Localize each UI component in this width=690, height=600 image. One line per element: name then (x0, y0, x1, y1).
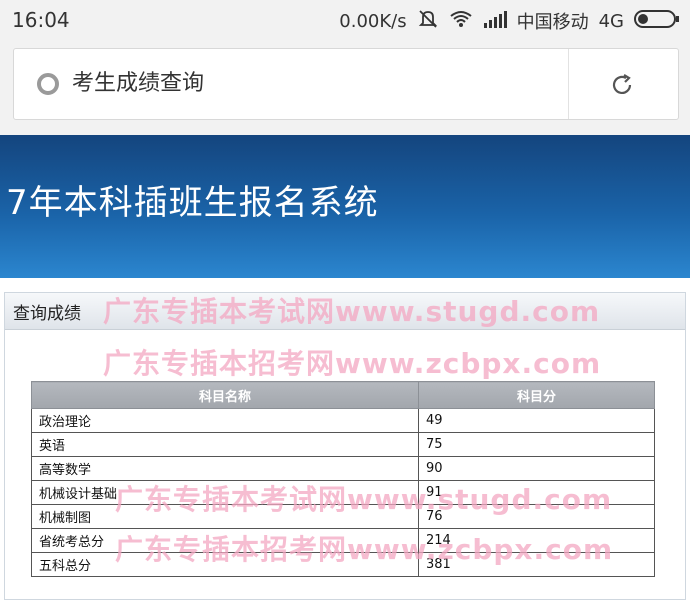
status-right: 0.00K/s 中国移动 4G (339, 8, 680, 34)
subject-cell: 高等数学 (31, 456, 419, 481)
globe-icon (37, 73, 59, 95)
subject-cell: 五科总分 (31, 552, 419, 577)
table-row: 省统考总分 214 (31, 528, 655, 553)
header-subject: 科目名称 (31, 381, 419, 409)
page-title: 考生成绩查询 (72, 71, 205, 96)
battery-icon (634, 9, 680, 34)
subject-cell: 机械制图 (31, 504, 419, 529)
signal-icon (483, 10, 507, 33)
subject-cell: 英语 (31, 432, 419, 457)
score-cell: 76 (418, 504, 655, 529)
table-row: 机械制图 76 (31, 504, 655, 529)
panel-header: 查询成绩 (5, 293, 685, 330)
score-cell: 214 (418, 528, 655, 553)
system-banner: 7年本科插班生报名系统 (0, 135, 690, 278)
mute-icon (417, 9, 439, 34)
carrier-name: 中国移动 (516, 12, 589, 33)
score-cell: 75 (418, 432, 655, 457)
network-type: 4G (598, 10, 624, 32)
browser-toolbar: 考生成绩查询 (0, 40, 690, 135)
subject-cell: 省统考总分 (31, 528, 419, 553)
subject-cell: 机械设计基础 (31, 480, 419, 505)
system-title: 7年本科插班生报名系统 (6, 183, 379, 223)
score-cell: 381 (418, 552, 655, 577)
address-bar[interactable]: 考生成绩查询 (13, 48, 679, 120)
score-table: 科目名称 科目分 政治理论 49 英语 75 高等数学 90 机械设计基础 91… (31, 381, 655, 577)
reload-icon[interactable] (608, 71, 636, 99)
score-cell: 49 (418, 408, 655, 433)
table-row: 五科总分 381 (31, 552, 655, 577)
address-bar-divider (568, 49, 569, 119)
score-cell: 91 (418, 480, 655, 505)
wifi-icon (449, 10, 473, 33)
subject-cell: 政治理论 (31, 408, 419, 433)
table-row: 政治理论 49 (31, 408, 655, 433)
status-time: 16:04 (12, 8, 70, 32)
table-row: 机械设计基础 91 (31, 480, 655, 505)
table-row: 英语 75 (31, 432, 655, 457)
panel-title: 查询成绩 (13, 304, 81, 324)
status-bar: 16:04 0.00K/s 中国移动 4G (0, 0, 690, 40)
network-speed: 0.00K/s (339, 10, 407, 32)
table-row: 高等数学 90 (31, 456, 655, 481)
score-cell: 90 (418, 456, 655, 481)
header-score: 科目分 (418, 381, 655, 409)
table-header-row: 科目名称 科目分 (31, 381, 655, 409)
